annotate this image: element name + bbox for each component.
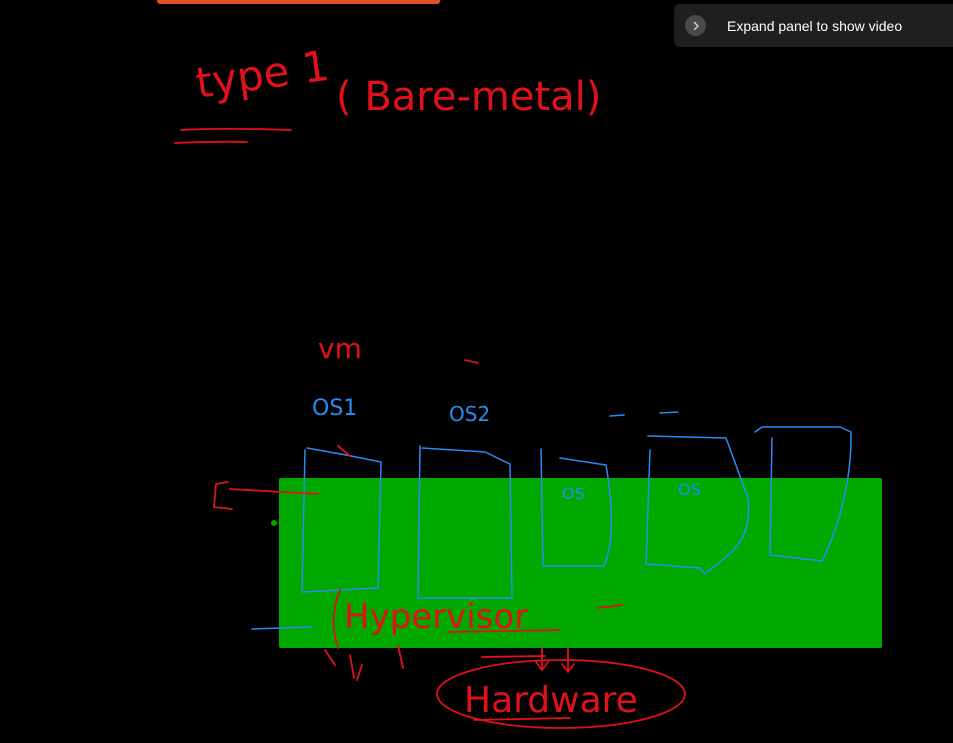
os2-label: OS2 (449, 402, 490, 426)
title-type1: type 1 (193, 41, 332, 108)
os3-label: OS (562, 484, 585, 503)
chevron-right-icon[interactable] (685, 15, 706, 36)
os4-label: OS (678, 480, 701, 499)
expand-panel-label: Expand panel to show video (727, 17, 903, 34)
expand-video-panel[interactable]: Expand panel to show video (674, 4, 953, 47)
title-underline (180, 127, 292, 131)
ink-dot (271, 520, 277, 526)
hardware-label: Hardware (464, 680, 638, 721)
tick-mark (464, 359, 479, 364)
subtitle-bare-metal: ( Bare-metal) (336, 74, 601, 120)
vm-label: vm (318, 332, 362, 365)
os1-label: OS1 (312, 396, 357, 421)
dash-1 (609, 414, 625, 417)
title-underline-2 (174, 140, 248, 144)
whiteboard-canvas[interactable]: type 1 ( Bare-metal) vm OS1 OS2 OS OS Hy… (0, 0, 953, 743)
dash-2 (659, 411, 679, 414)
